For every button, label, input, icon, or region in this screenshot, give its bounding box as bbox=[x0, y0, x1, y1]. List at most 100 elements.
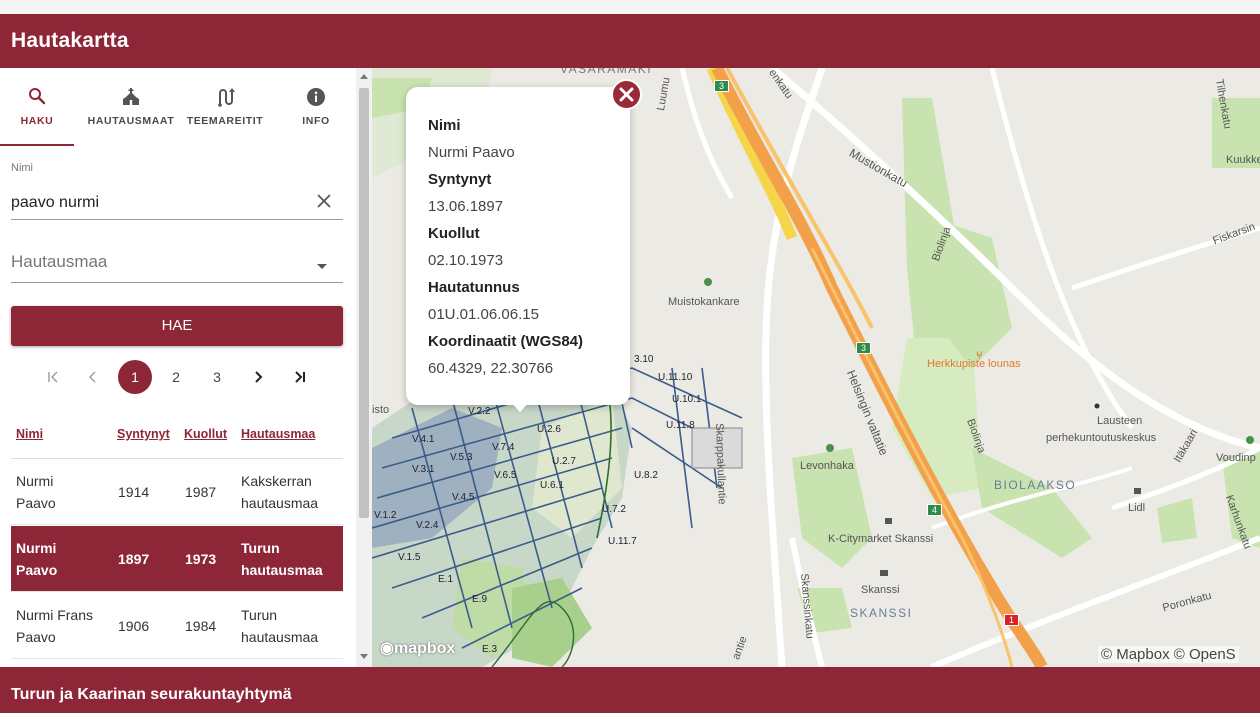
active-tab-indicator bbox=[0, 144, 74, 146]
church-icon bbox=[121, 87, 141, 112]
row-cemetery: Kakskerran hautausmaa bbox=[241, 473, 319, 511]
chevron-down-icon[interactable] bbox=[317, 264, 327, 269]
map-label-kuukkeli: Kuukkeli bbox=[1226, 154, 1260, 166]
column-header-cemetery[interactable]: Hautausmaa bbox=[241, 427, 315, 441]
app-header: Hautakartta bbox=[0, 14, 1260, 68]
name-search-input[interactable] bbox=[11, 190, 306, 216]
plot-label: V.1.2 bbox=[374, 510, 397, 521]
table-row-selected[interactable]: Nurmi Paavo 1897 1973 Turun hautausmaa bbox=[11, 526, 343, 592]
row-cemetery: Turun hautausmaa bbox=[241, 540, 323, 578]
road-shield: 1 bbox=[1004, 614, 1020, 626]
plot-label: U.11.8 bbox=[666, 420, 695, 431]
plot-label: U.11.7 bbox=[608, 536, 637, 547]
restaurant-icon: ⑂ bbox=[976, 350, 983, 362]
plot-label: V.1.5 bbox=[398, 552, 421, 563]
plot-label: U.11.10 bbox=[658, 372, 693, 383]
map-label-vasaramaki: VASARAMÄKI bbox=[560, 68, 653, 76]
last-page-icon[interactable] bbox=[283, 360, 317, 394]
name-field-label: Nimi bbox=[11, 162, 33, 174]
row-born: 1906 bbox=[118, 618, 150, 634]
route-icon bbox=[215, 87, 235, 112]
sidebar: HAKU HAUTAUSMAAT TEEMAREITIT INFO Nimi H… bbox=[0, 68, 356, 667]
grave-info-popup: Nimi Nurmi Paavo Syntynyt 13.06.1897 Kuo… bbox=[406, 87, 630, 405]
road-shield: 3 bbox=[714, 80, 730, 92]
next-page-icon[interactable] bbox=[241, 360, 275, 394]
table-row[interactable]: Nurmi Frans Paavo 1906 1984 Turun hautausm… bbox=[11, 593, 343, 659]
table-row[interactable]: Nurmi Paavo 1914 1987 Kakskerran hautausma… bbox=[11, 459, 343, 525]
name-input-underline bbox=[11, 219, 343, 220]
tab-info-label: INFO bbox=[302, 115, 330, 127]
map-label-kcitymarket: K-Citymarket Skanssi bbox=[828, 533, 934, 545]
tab-theme-routes[interactable]: TEEMAREITIT bbox=[180, 68, 270, 146]
row-died: 1984 bbox=[185, 618, 217, 634]
scroll-up-icon[interactable] bbox=[360, 74, 368, 79]
page-3-button[interactable]: 3 bbox=[200, 360, 234, 394]
map-label-isto: isto bbox=[372, 404, 390, 416]
footer-text: Turun ja Kaarinan seurakuntayhtymä bbox=[11, 686, 292, 703]
row-name: Nurmi Paavo bbox=[16, 540, 58, 578]
plot-label: E.1 bbox=[438, 574, 454, 585]
plot-label: 3.10 bbox=[634, 354, 654, 365]
column-header-died[interactable]: Kuollut bbox=[184, 427, 227, 441]
plot-label: V.5.3 bbox=[450, 452, 473, 463]
plot-label: V.2.2 bbox=[468, 406, 491, 417]
row-died: 1973 bbox=[185, 551, 217, 567]
browser-strip bbox=[0, 0, 1260, 15]
clear-icon[interactable] bbox=[315, 192, 333, 210]
cemetery-select[interactable]: Hautausmaa bbox=[11, 252, 107, 272]
plot-label: U.2.6 bbox=[537, 424, 561, 435]
plot-label: U.8.2 bbox=[634, 470, 658, 481]
search-button[interactable]: HAE bbox=[11, 306, 343, 346]
row-born: 1914 bbox=[118, 484, 150, 500]
popup-grave-label: Hautatunnus bbox=[428, 279, 520, 296]
popup-grave-value: 01U.01.06.06.15 bbox=[428, 306, 539, 323]
app-footer: Turun ja Kaarinan seurakuntayhtymä bbox=[0, 667, 1260, 713]
row-cemetery: Turun hautausmaa bbox=[241, 607, 319, 645]
map-label-lidl: Lidl bbox=[1128, 502, 1146, 514]
plot-label: E.3 bbox=[482, 644, 498, 655]
page-1-button[interactable]: 1 bbox=[118, 360, 152, 394]
road-shield: 3 bbox=[856, 342, 872, 354]
map-attribution[interactable]: © Mapbox © OpenS bbox=[1098, 646, 1239, 663]
search-icon bbox=[28, 87, 46, 110]
row-born: 1897 bbox=[118, 551, 150, 567]
map-label-perhekuntoutus: perhekuntoutuskeskus bbox=[1046, 432, 1157, 444]
row-died: 1987 bbox=[185, 484, 217, 500]
scroll-thumb[interactable] bbox=[359, 88, 369, 518]
tab-info[interactable]: INFO bbox=[284, 68, 348, 146]
first-page-icon[interactable] bbox=[36, 360, 70, 394]
sidebar-scrollbar[interactable] bbox=[356, 68, 372, 667]
pagination: 1 2 3 bbox=[0, 360, 356, 400]
popup-died-value: 02.10.1973 bbox=[428, 252, 504, 269]
tab-search[interactable]: HAKU bbox=[0, 68, 74, 146]
app-title: Hautakartta bbox=[11, 29, 129, 52]
plot-label: V.4.1 bbox=[412, 434, 435, 445]
table-header: Nimi Syntynyt Kuollut Hautausmaa bbox=[11, 416, 343, 459]
popup-pointer bbox=[507, 398, 533, 412]
map-label-lausteen: Lausteen bbox=[1097, 415, 1143, 427]
tab-theme-routes-label: TEEMAREITIT bbox=[186, 115, 264, 127]
page-2-button[interactable]: 2 bbox=[159, 360, 193, 394]
map-label-levonhaka: Levonhaka bbox=[800, 460, 854, 472]
row-name: Nurmi Frans Paavo bbox=[16, 607, 94, 645]
mapbox-logo-icon: ◉ bbox=[380, 640, 394, 657]
plot-label: V.6.5 bbox=[494, 470, 517, 481]
plot-label: E.9 bbox=[472, 594, 488, 605]
column-header-name[interactable]: Nimi bbox=[16, 427, 43, 441]
column-header-born[interactable]: Syntynyt bbox=[117, 427, 170, 441]
plot-label: V.4.5 bbox=[452, 492, 475, 503]
tab-cemeteries[interactable]: HAUTAUSMAAT bbox=[84, 68, 178, 146]
plot-label: U.7.2 bbox=[602, 504, 626, 515]
close-icon[interactable] bbox=[611, 79, 642, 110]
mapbox-logo[interactable]: ◉mapbox bbox=[380, 638, 455, 658]
prev-page-icon[interactable] bbox=[76, 360, 110, 394]
map-label-biolaakso: BIOLAAKSO bbox=[994, 478, 1077, 492]
popup-died-label: Kuollut bbox=[428, 225, 480, 242]
plot-label: U.2.7 bbox=[552, 456, 576, 467]
scroll-down-icon[interactable] bbox=[360, 654, 368, 659]
plot-label: V.2.4 bbox=[416, 520, 439, 531]
map-label-skanssi-area: SKANSSI bbox=[850, 606, 913, 620]
map-label-voudinp: Voudinp bbox=[1216, 452, 1256, 464]
plot-label: U.6.1 bbox=[540, 480, 564, 491]
popup-born-label: Syntynyt bbox=[428, 171, 492, 188]
